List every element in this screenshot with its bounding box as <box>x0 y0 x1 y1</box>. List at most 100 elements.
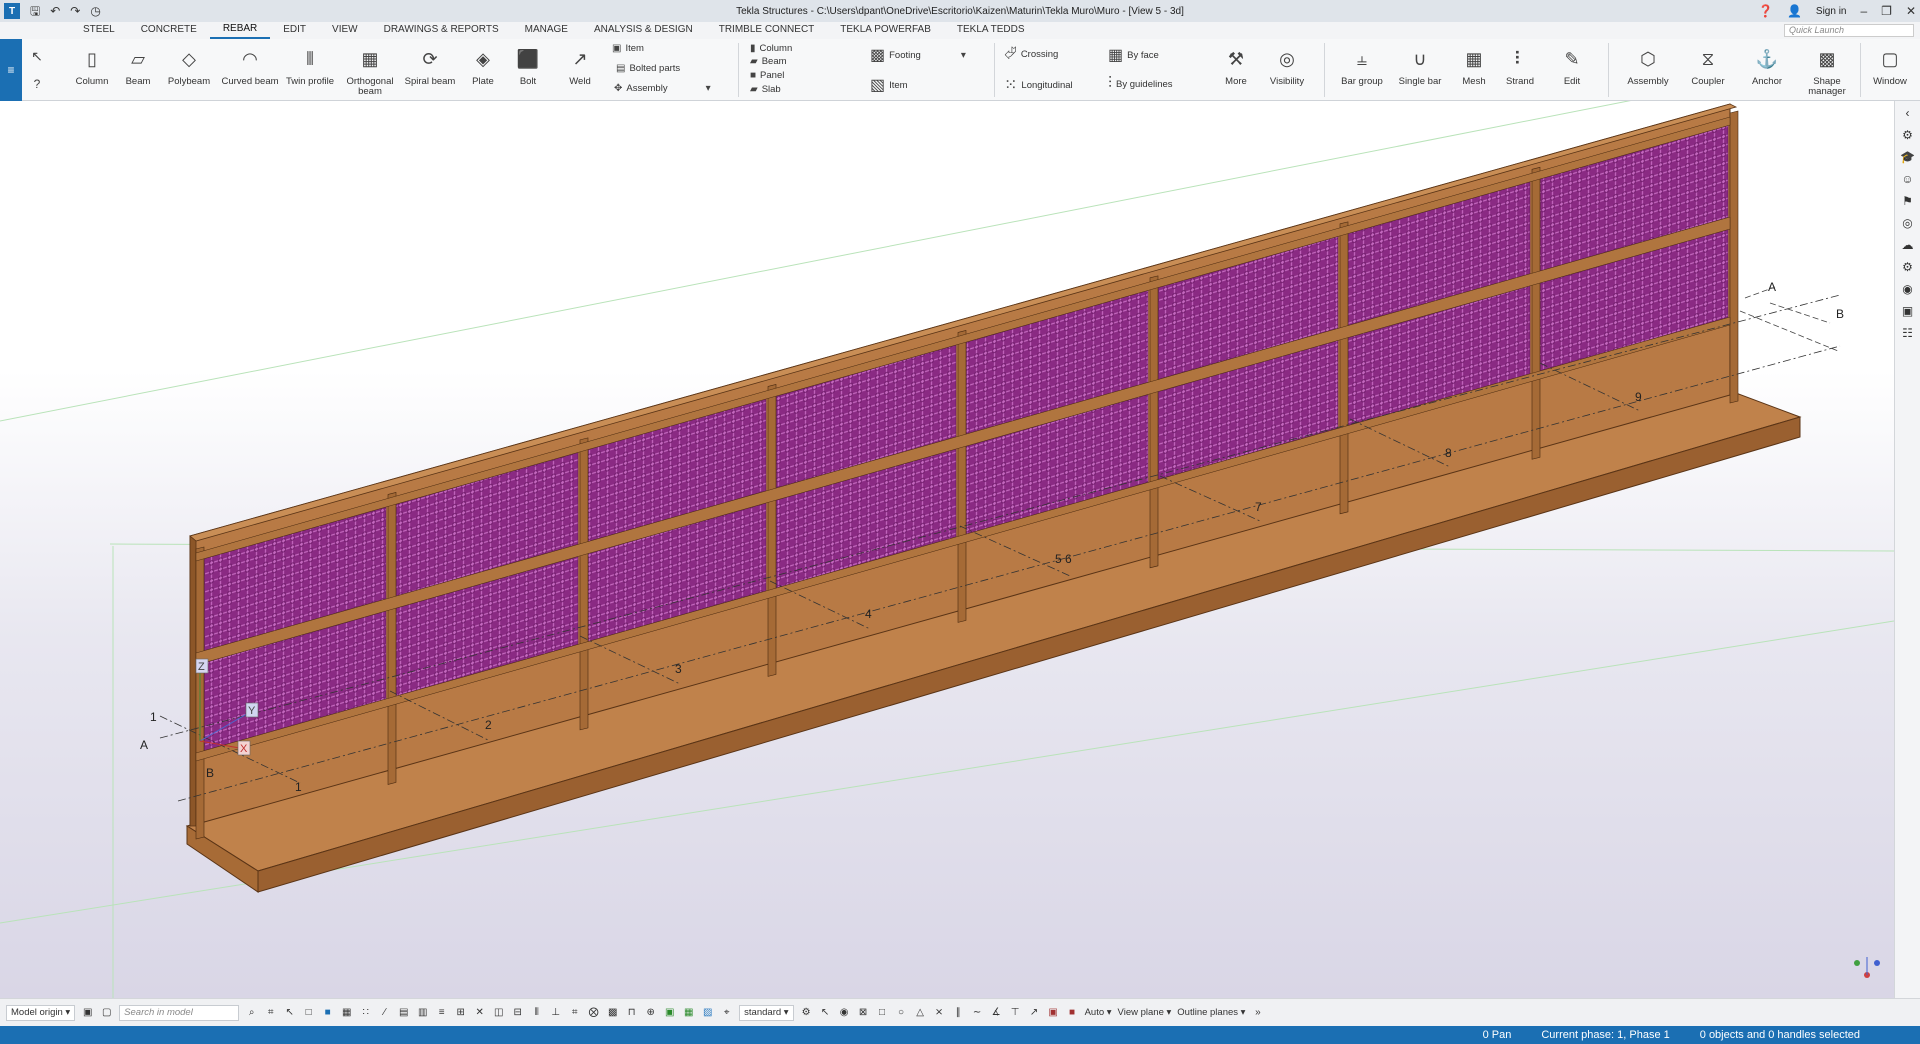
weld-button[interactable]: ↗ Weld <box>558 39 602 101</box>
select-lines-icon[interactable]: ∕ <box>378 1007 391 1018</box>
edit-button[interactable]: ✎ Edit <box>1550 39 1594 101</box>
snap-grid-icon[interactable]: ▣ <box>663 1007 676 1018</box>
select-parts-icon[interactable]: □ <box>302 1007 315 1018</box>
history-icon[interactable]: ◷ <box>90 5 100 17</box>
concrete-slab-button[interactable]: ▰ Slab <box>750 84 781 95</box>
workplane-icon[interactable]: ▣ <box>81 1007 94 1018</box>
bar-group-button[interactable]: ⫨ Bar group <box>1336 39 1388 101</box>
layers-icon[interactable]: ◉ <box>1902 281 1912 297</box>
visibility-button[interactable]: ◎ Visibility <box>1264 39 1310 101</box>
concrete-beam-button[interactable]: ▰ Beam <box>750 56 787 67</box>
record-icon[interactable]: ▣ <box>1047 1007 1060 1018</box>
spiral-beam-button[interactable]: ⟳ Spiral beam <box>402 39 458 101</box>
save-icon[interactable]: 🖫 <box>30 5 40 17</box>
model-viewport-3d[interactable]: 1 2 3 4 5 6 7 8 9 1 A B A B Z Y X <box>0 101 1894 998</box>
tab-manage[interactable]: MANAGE <box>512 22 581 39</box>
select-surface-icon[interactable]: ■ <box>321 1007 334 1018</box>
search-in-model-input[interactable]: Search in model <box>119 1004 240 1021</box>
dropdown-arrow-icon[interactable]: ▾ <box>961 50 966 61</box>
undo-icon[interactable]: ↶ <box>50 5 60 17</box>
wall-rib[interactable] <box>387 492 397 785</box>
snap-free-icon[interactable]: ▩ <box>606 1007 619 1018</box>
tab-trimble-connect[interactable]: TRIMBLE CONNECT <box>706 22 828 39</box>
model-origin-dropdown[interactable]: Model origin ▾ <box>6 1004 76 1021</box>
item-button[interactable]: ▣ Item <box>612 43 644 54</box>
snap-circle-icon[interactable]: ○ <box>895 1007 908 1018</box>
status-phase[interactable]: Current phase: 1, Phase 1 <box>1541 1029 1669 1041</box>
sign-in-link[interactable]: Sign in <box>1816 6 1847 17</box>
connect-icon[interactable]: ⚙ <box>1902 127 1913 143</box>
settings-icon[interactable]: ⚙ <box>1902 259 1913 275</box>
tab-tekla-tedds[interactable]: TEKLA TEDDS <box>944 22 1038 39</box>
snap-arrow-icon[interactable]: ↗ <box>1028 1007 1041 1018</box>
tab-edit[interactable]: EDIT <box>270 22 319 39</box>
single-bar-button[interactable]: ∪ Single bar <box>1394 39 1446 101</box>
crossing-button[interactable]: ⮰ Crossing <box>1004 45 1058 63</box>
snap-box-icon[interactable]: ⊠ <box>857 1007 870 1018</box>
assembly-button[interactable]: ⬡ Assembly <box>1620 39 1676 101</box>
pointer-mode-icon[interactable]: ↖ <box>819 1007 832 1018</box>
tab-view[interactable]: VIEW <box>319 22 371 39</box>
view-plane-dropdown[interactable]: View plane ▾ <box>1118 1007 1172 1018</box>
users-icon[interactable]: ☺ <box>1901 171 1913 187</box>
workplane-alt-icon[interactable]: ▢ <box>100 1007 113 1018</box>
record-stop-icon[interactable]: ■ <box>1066 1007 1079 1018</box>
snap-mid-icon[interactable]: ◫ <box>492 1007 505 1018</box>
tekla-logo-icon[interactable]: T <box>4 3 20 19</box>
mesh-button[interactable]: ▦ Mesh <box>1452 39 1496 101</box>
collapse-icon[interactable]: ‹ <box>1906 105 1910 121</box>
wall-rib[interactable] <box>1729 110 1739 404</box>
side-menu-toggle[interactable]: ≡ <box>0 39 22 101</box>
minimize-icon[interactable]: – <box>1860 5 1867 17</box>
snap-reference-icon[interactable]: ▦ <box>682 1007 695 1018</box>
beam-button[interactable]: ▱ Beam <box>118 39 158 101</box>
snap-tangent-icon[interactable]: ∼ <box>971 1007 984 1018</box>
strand-button[interactable]: ⠇ Strand <box>1498 39 1542 101</box>
wall-rib[interactable] <box>1149 275 1159 569</box>
display-settings-icon[interactable]: ⚙ <box>800 1007 813 1018</box>
tab-rebar[interactable]: REBAR <box>209 22 271 39</box>
longitudinal-button[interactable]: ⁙ Longitudinal <box>1004 75 1073 95</box>
outline-planes-dropdown[interactable]: Outline planes ▾ <box>1177 1007 1245 1018</box>
snap-cross-icon[interactable]: ⨯ <box>933 1007 946 1018</box>
restore-icon[interactable]: ❐ <box>1881 5 1892 17</box>
shape-manager-button[interactable]: ▩ Shape manager <box>1798 39 1856 101</box>
snap-intersection-icon[interactable]: ⫴ <box>530 1007 543 1018</box>
snap-perpendicular-icon[interactable]: ⊥ <box>549 1007 562 1018</box>
cube-icon[interactable]: ▣ <box>1902 303 1913 319</box>
notifications-icon[interactable]: ⚑ <box>1902 193 1913 209</box>
select-tool[interactable]: ↖? <box>26 39 48 101</box>
orthogonal-beam-button[interactable]: ▦ Orthogonal beam <box>342 39 398 101</box>
snap-line-icon[interactable]: ⨂ <box>587 1007 600 1018</box>
snap-parallel-icon[interactable]: ∥ <box>952 1007 965 1018</box>
redo-icon[interactable]: ↷ <box>70 5 80 17</box>
polybeam-button[interactable]: ◇ Polybeam <box>164 39 214 101</box>
select-points-icon[interactable]: ∷ <box>359 1007 372 1018</box>
auto-dropdown[interactable]: Auto ▾ <box>1085 1007 1112 1018</box>
snap-center-icon[interactable]: ⊟ <box>511 1007 524 1018</box>
cloud-icon[interactable]: ☁ <box>1902 237 1914 253</box>
snap-geometry-icon[interactable]: ⊓ <box>625 1007 638 1018</box>
search-icon[interactable]: ⌕ <box>245 1007 258 1018</box>
window-button[interactable]: ▢ Window <box>1866 39 1914 101</box>
concrete-panel-button[interactable]: ■ Panel <box>750 70 784 81</box>
curved-beam-button[interactable]: ◠ Curved beam <box>220 39 280 101</box>
more-options-icon[interactable]: » <box>1251 1007 1264 1018</box>
select-welds-icon[interactable]: ▤ <box>397 1007 410 1018</box>
wall-rib[interactable] <box>767 384 777 677</box>
plate-button[interactable]: ◈ Plate <box>462 39 504 101</box>
view-orientation-icon[interactable] <box>1854 957 1880 978</box>
coupler-button[interactable]: ⧖ Coupler <box>1682 39 1734 101</box>
column-button[interactable]: ▯ Column <box>72 39 112 101</box>
tab-concrete[interactable]: CONCRETE <box>128 22 210 39</box>
twin-profile-button[interactable]: ⫴ Twin profile <box>284 39 336 101</box>
tab-tekla-powerfab[interactable]: TEKLA POWERFAB <box>827 22 944 39</box>
help-pointer-icon[interactable]: ? <box>25 73 49 95</box>
user-icon[interactable]: 👤 <box>1787 5 1802 17</box>
wall-rib[interactable] <box>579 437 589 731</box>
snap-extension-icon[interactable]: ⊕ <box>644 1007 657 1018</box>
concrete-item-button[interactable]: ▧ Item <box>870 75 908 95</box>
concrete-column-button[interactable]: ▮ Column <box>750 43 792 54</box>
snap-triangle-icon[interactable]: △ <box>914 1007 927 1018</box>
snap-nearest-icon[interactable]: ⌗ <box>568 1007 581 1018</box>
